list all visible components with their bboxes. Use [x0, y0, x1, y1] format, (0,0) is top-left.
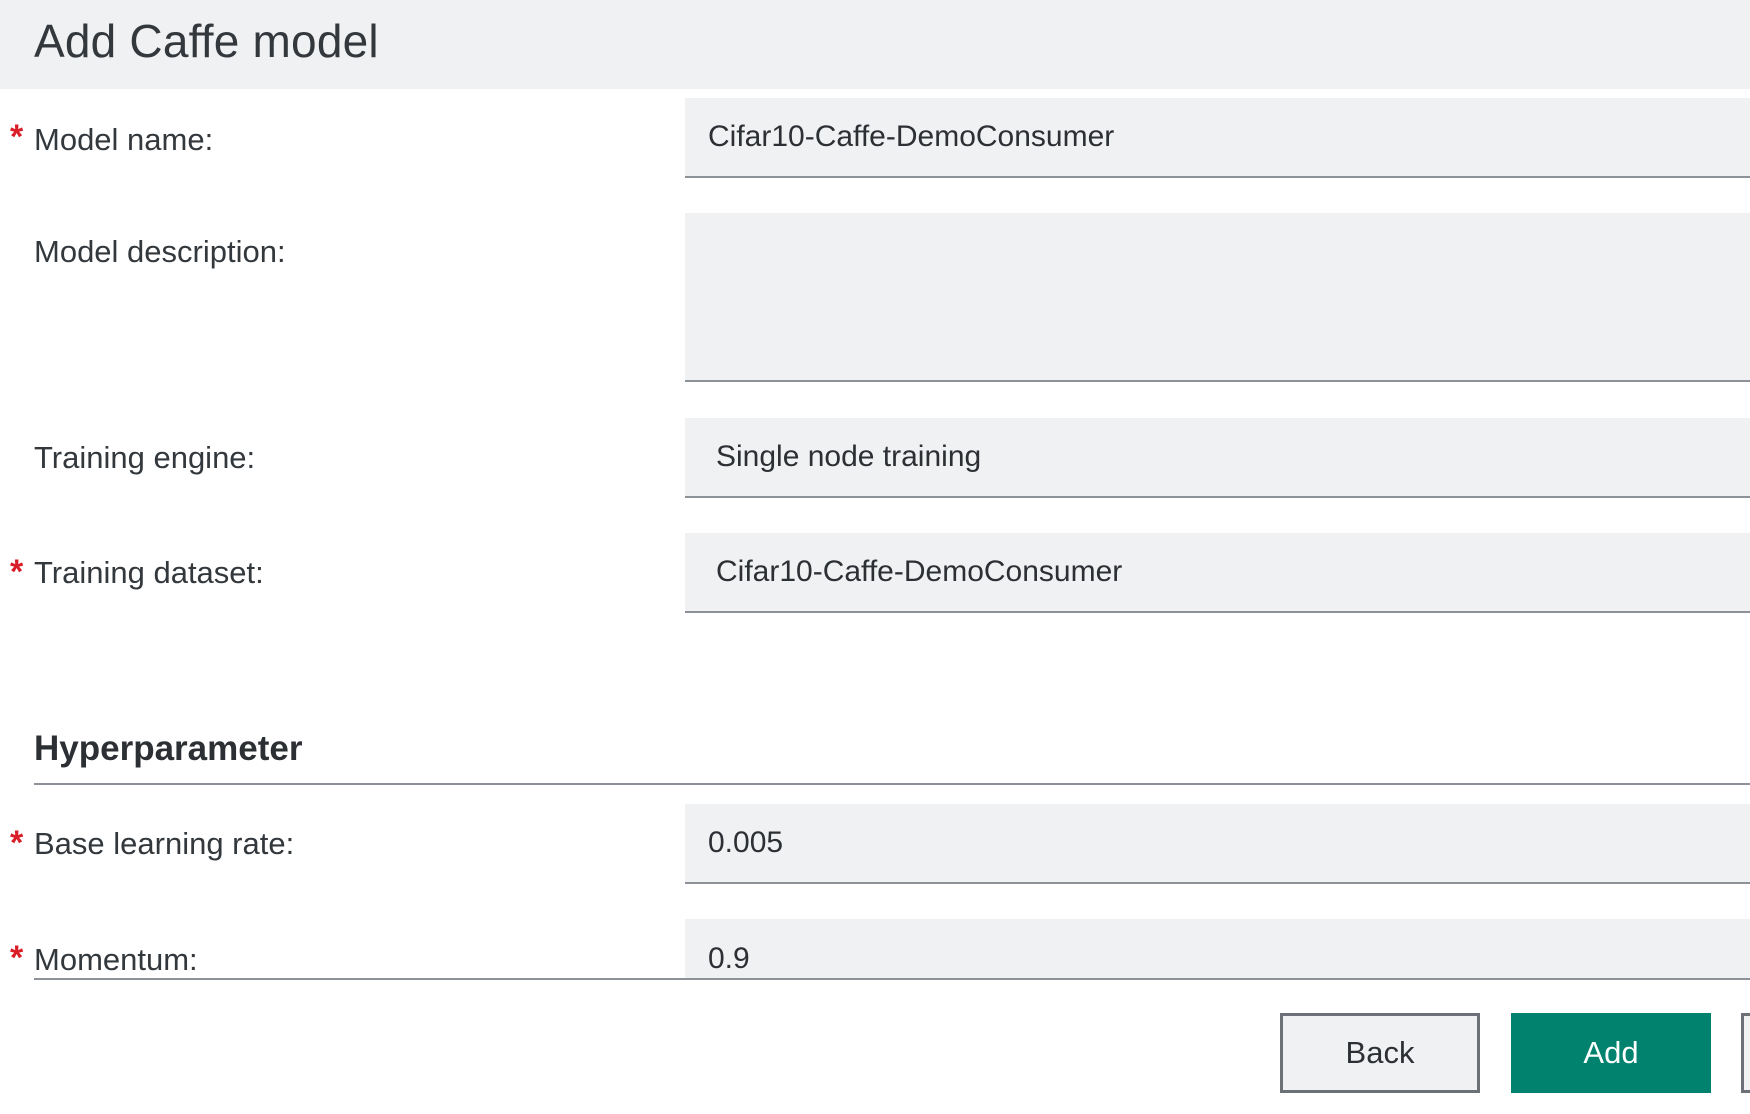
page-title: Add Caffe model — [34, 15, 379, 67]
dialog-header: Add Caffe model — [0, 0, 1750, 89]
required-asterisk: * — [10, 553, 24, 591]
model-description-row: Model description: — [0, 213, 1750, 382]
add-model-dialog: Add Caffe model * Model name: Model desc… — [0, 0, 1750, 1114]
momentum-label: Momentum: — [34, 942, 198, 977]
hyperparameter-heading: Hyperparameter — [34, 729, 303, 768]
momentum-row: * Momentum: — [0, 919, 1750, 978]
momentum-input[interactable] — [685, 919, 1750, 978]
required-asterisk: * — [10, 824, 24, 862]
back-button[interactable]: Back — [1280, 1013, 1480, 1093]
training-engine-value: Single node training — [716, 440, 982, 473]
training-dataset-select[interactable]: Cifar10-Caffe-DemoConsumer — [685, 533, 1750, 613]
training-dataset-label: Training dataset: — [34, 555, 264, 590]
model-description-textarea[interactable] — [685, 213, 1750, 382]
section-divider — [34, 783, 1750, 785]
training-engine-select[interactable]: Single node training — [685, 418, 1750, 498]
required-asterisk: * — [10, 939, 24, 977]
model-name-row: * Model name: — [0, 98, 1750, 178]
add-button[interactable]: Add — [1511, 1013, 1711, 1093]
training-engine-row: Training engine: Single node training — [0, 418, 1750, 498]
required-asterisk: * — [10, 118, 24, 156]
training-dataset-row: * Training dataset: Cifar10-Caffe-DemoCo… — [0, 533, 1750, 613]
training-engine-label: Training engine: — [34, 440, 256, 475]
model-name-label: Model name: — [34, 122, 214, 157]
base-learning-rate-row: * Base learning rate: — [0, 804, 1750, 884]
model-description-label: Model description: — [34, 234, 286, 269]
model-name-input[interactable] — [685, 98, 1750, 178]
base-learning-rate-label: Base learning rate: — [34, 826, 295, 861]
base-learning-rate-input[interactable] — [685, 804, 1750, 884]
training-dataset-value: Cifar10-Caffe-DemoConsumer — [716, 555, 1123, 588]
cancel-button-partial[interactable] — [1741, 1013, 1750, 1093]
scroll-viewport-edge: * Momentum: — [0, 900, 1750, 978]
scroll-area-bottom-border — [34, 978, 1750, 980]
